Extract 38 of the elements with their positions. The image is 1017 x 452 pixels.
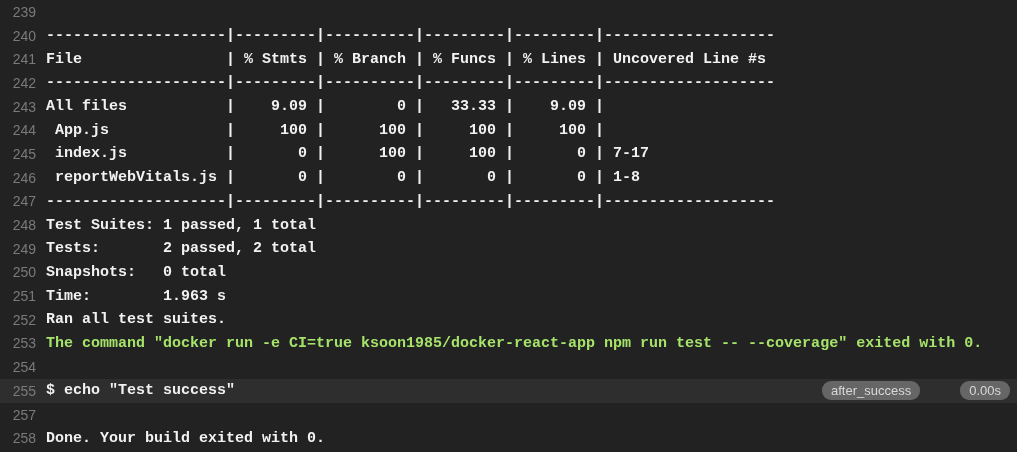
line-number: 239: [11, 3, 37, 20]
log-line: $ echo "Test success": [46, 382, 236, 400]
log-line: Ran all test suites.: [46, 311, 227, 329]
duration-tag: 0.00s: [960, 381, 1010, 401]
log-line: index.js | 0 | 100 | 100 | 0 | 7-17: [54, 145, 650, 163]
log-line: --------------------|---------|----------|---------|---------|-------------------: [46, 192, 776, 210]
line-number: 244: [11, 122, 37, 139]
line-number: 255: [11, 382, 37, 399]
line-number: 249: [11, 240, 37, 257]
line-number: 241: [11, 51, 37, 68]
fold-row[interactable]: 255 $ echo "Test success" after_success 0.00s: [0, 379, 1017, 403]
line-number: 246: [11, 169, 37, 186]
line-number: 252: [11, 311, 37, 328]
line-number: 254: [11, 359, 37, 376]
log-line: --------------------|---------|----------|---------|---------|-------------------: [46, 27, 776, 45]
log-line: File | % Stmts | % Branch | % Funcs | % Lines | Uncovered Line #s: [46, 50, 767, 68]
log-line: Time: 1.963 s: [46, 287, 227, 305]
log-line: reportWebVitals.js | 0 | 0 | 0 | 0 | 1-8: [54, 169, 641, 187]
line-number: 242: [11, 74, 37, 91]
log-line: --------------------|---------|----------|---------|---------|-------------------: [46, 74, 776, 92]
line-number: 251: [11, 288, 37, 305]
line-number: 258: [11, 430, 37, 447]
line-number: 257: [11, 406, 37, 423]
line-number: 245: [11, 145, 37, 162]
line-number: 247: [11, 193, 37, 210]
line-number: 240: [11, 27, 37, 44]
log-line: Test Suites: 1 passed, 1 total: [46, 216, 317, 234]
line-number: 250: [11, 264, 37, 281]
log-line: All files | 9.09 | 0 | 33.33 | 9.09 |: [46, 98, 605, 116]
line-number: 243: [11, 98, 37, 115]
log-line: Tests: 2 passed, 2 total: [46, 240, 317, 258]
log-line: App.js | 100 | 100 | 100 | 100 |: [54, 121, 605, 139]
log-line: Done. Your build exited with 0.: [46, 429, 326, 447]
stage-tag: after_success: [822, 381, 921, 401]
line-number: 248: [11, 217, 37, 234]
log-line: Snapshots: 0 total: [46, 263, 227, 281]
line-number: 253: [11, 335, 37, 352]
log-line: The command "docker run -e CI=true ksoon1985/docker-react-app npm run test -- --coverage" exited with 0.: [46, 334, 983, 352]
